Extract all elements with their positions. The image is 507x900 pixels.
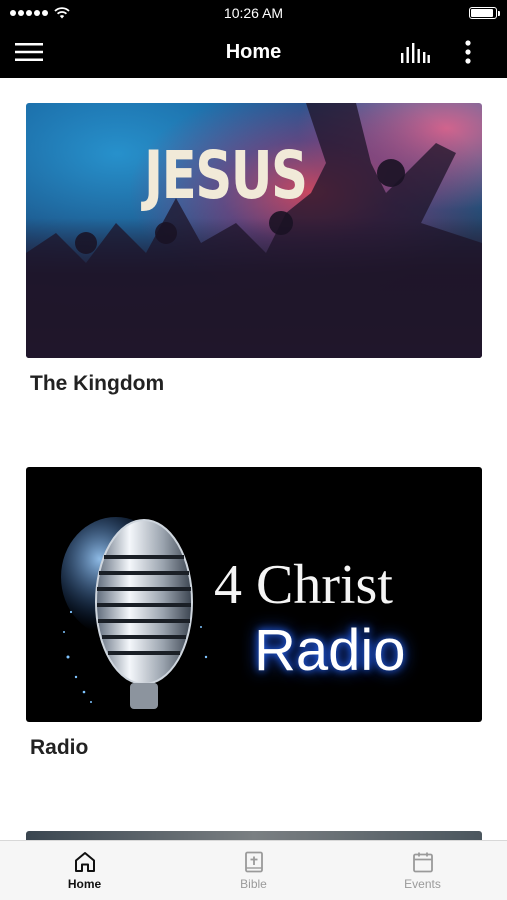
tab-label: Home xyxy=(67,877,102,891)
card-image-radio: 4 Christ Radio xyxy=(26,467,482,722)
equalizer-icon xyxy=(401,43,430,63)
microphone-icon xyxy=(61,517,208,709)
audio-player-button[interactable] xyxy=(398,26,432,78)
tab-home[interactable]: Home xyxy=(0,841,169,900)
menu-button[interactable] xyxy=(14,26,44,78)
tab-label: Bible xyxy=(240,877,267,891)
battery-icon xyxy=(469,7,500,19)
bible-icon xyxy=(244,851,263,873)
signal-strength-icon xyxy=(10,10,48,16)
card-next-preview[interactable] xyxy=(26,831,482,840)
card-title: Radio xyxy=(30,736,89,759)
card-title: The Kingdom xyxy=(30,372,165,395)
more-vertical-icon xyxy=(465,40,471,64)
wifi-icon xyxy=(54,7,70,19)
navigation-bar: Home xyxy=(0,26,507,78)
status-time: 10:26 AM xyxy=(223,5,284,21)
tab-bible[interactable]: Bible xyxy=(169,841,338,900)
calendar-icon xyxy=(412,852,433,873)
status-bar: 10:26 AM xyxy=(0,0,507,26)
home-icon xyxy=(74,852,95,872)
home-content: JESUS The Kingdom 4 Christ Radio Radio xyxy=(0,78,507,840)
card-radio[interactable]: 4 Christ Radio Radio xyxy=(26,467,482,760)
more-options-button[interactable] xyxy=(456,26,480,78)
radio-logo-top: 4 Christ xyxy=(214,554,393,616)
tab-bar: Home Bible Events xyxy=(0,840,507,900)
card-image-kingdom: JESUS xyxy=(26,103,482,358)
tab-events[interactable]: Events xyxy=(338,841,507,900)
radio-logo-bottom: Radio xyxy=(254,618,406,683)
card-the-kingdom[interactable]: JESUS The Kingdom xyxy=(26,103,482,396)
tab-label: Events xyxy=(404,877,441,891)
card-image-text: JESUS xyxy=(144,137,308,214)
hamburger-menu-icon xyxy=(15,43,43,61)
status-left xyxy=(10,7,70,19)
battery-level xyxy=(471,9,493,17)
